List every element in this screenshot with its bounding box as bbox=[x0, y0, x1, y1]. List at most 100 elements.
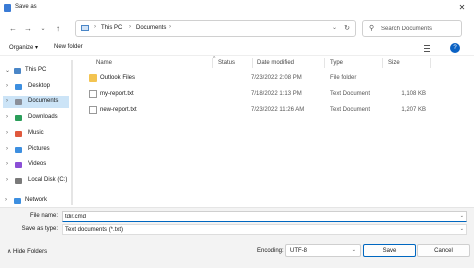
file-size: 1,207 KB bbox=[401, 107, 426, 113]
column-header-status[interactable]: Status bbox=[218, 60, 235, 66]
sidebar-item-label: Local Disk (C:) bbox=[28, 177, 68, 183]
collapse-arrow-icon: ^ bbox=[213, 56, 216, 62]
column-divider[interactable] bbox=[430, 58, 431, 68]
file-type: Text Document bbox=[330, 107, 371, 113]
sidebar-item-desktop[interactable]: › Desktop bbox=[0, 81, 70, 93]
column-divider[interactable] bbox=[252, 58, 253, 68]
column-header-name[interactable]: Name bbox=[96, 60, 112, 66]
sidebar-item-label: Downloads bbox=[28, 114, 58, 120]
sidebar-item-downloads[interactable]: › Downloads bbox=[0, 112, 70, 124]
sidebar-item-pictures[interactable]: › Pictures bbox=[0, 144, 70, 156]
collapse-chevron-icon[interactable]: ⌄ bbox=[5, 67, 10, 74]
file-row-my-report[interactable]: my-report.txt 7/18/2022 1:13 PM Text Doc… bbox=[86, 88, 456, 101]
save-as-type-value: Text documents (*.txt) bbox=[65, 227, 124, 233]
file-name: my-report.txt bbox=[100, 91, 134, 97]
sidebar-item-label: This PC bbox=[25, 67, 47, 73]
column-divider[interactable] bbox=[324, 58, 325, 68]
search-box[interactable]: ⚲ bbox=[362, 20, 462, 37]
refresh-icon[interactable]: ↻ bbox=[344, 24, 350, 32]
expand-chevron-icon[interactable]: › bbox=[6, 130, 8, 136]
expand-chevron-icon[interactable]: › bbox=[6, 146, 8, 152]
downloads-icon bbox=[15, 115, 22, 121]
sidebar-item-this-pc[interactable]: ⌄ This PC bbox=[0, 65, 70, 77]
file-date: 7/23/2022 2:08 PM bbox=[251, 75, 302, 81]
encoding-select[interactable]: UTF-8 ⌄ bbox=[285, 244, 361, 257]
file-name-input[interactable] bbox=[65, 213, 445, 221]
address-dropdown-icon[interactable]: ⌄ bbox=[332, 24, 337, 31]
search-input[interactable] bbox=[381, 24, 459, 34]
chevron-down-icon[interactable]: ⌄ bbox=[460, 226, 464, 232]
save-as-type-label: Save as type: bbox=[21, 226, 58, 232]
file-type: File folder bbox=[330, 75, 357, 81]
close-button[interactable]: ✕ bbox=[456, 2, 468, 14]
breadcrumb-separator: › bbox=[129, 24, 131, 30]
breadcrumb-this-pc[interactable]: This PC bbox=[101, 25, 122, 31]
file-date: 7/18/2022 1:13 PM bbox=[251, 91, 302, 97]
view-list-icon bbox=[424, 45, 430, 46]
sidebar-item-label: Network bbox=[25, 197, 48, 203]
file-name-dropdown-icon[interactable]: ⌄ bbox=[460, 213, 464, 219]
chevron-down-icon[interactable]: ⌄ bbox=[352, 247, 356, 253]
desktop-icon bbox=[15, 84, 22, 90]
up-button[interactable]: ↑ bbox=[53, 23, 63, 35]
sidebar-item-videos[interactable]: › Videos bbox=[0, 159, 70, 171]
file-name: new-report.txt bbox=[100, 107, 137, 113]
sidebar-item-label: Videos bbox=[28, 161, 47, 167]
organize-button[interactable]: Organize ▾ bbox=[9, 44, 38, 51]
breadcrumb-documents[interactable]: Documents bbox=[136, 25, 166, 31]
column-header-date-modified[interactable]: Date modified bbox=[257, 60, 294, 66]
save-options-panel: File name: ⌄ Save as type: Text document… bbox=[0, 207, 474, 268]
expand-chevron-icon[interactable]: › bbox=[5, 197, 7, 203]
recent-locations-button[interactable]: ⌄ bbox=[38, 23, 48, 35]
computer-icon bbox=[14, 68, 21, 74]
title-bar: Save as ✕ bbox=[0, 0, 474, 16]
expand-chevron-icon[interactable]: › bbox=[6, 98, 8, 104]
expand-chevron-icon[interactable]: › bbox=[6, 161, 8, 167]
file-row-outlook-files[interactable]: Outlook Files 7/23/2022 2:08 PM File fol… bbox=[86, 72, 456, 85]
file-row-new-report[interactable]: new-report.txt 7/23/2022 11:26 AM Text D… bbox=[86, 104, 456, 117]
navigation-bar: ← → ⌄ ↑ › This PC › Documents › ⌄ ↻ ⚲ bbox=[0, 18, 474, 40]
file-name: Outlook Files bbox=[100, 75, 136, 81]
navigation-pane: ⌄ This PC › Desktop › Documents › Downlo… bbox=[0, 60, 74, 207]
save-as-type-select[interactable]: Text documents (*.txt) ⌄ bbox=[62, 224, 467, 235]
save-button[interactable]: Save bbox=[363, 244, 416, 257]
sidebar-item-label: Music bbox=[28, 130, 44, 136]
column-header-type[interactable]: Type bbox=[330, 60, 343, 66]
column-divider[interactable] bbox=[212, 58, 213, 68]
column-divider[interactable] bbox=[382, 58, 383, 68]
column-header-size[interactable]: Size bbox=[388, 60, 400, 66]
forward-button[interactable]: → bbox=[23, 23, 33, 35]
expand-chevron-icon[interactable]: › bbox=[6, 114, 8, 120]
pictures-icon bbox=[15, 147, 22, 153]
sidebar-item-documents[interactable]: › Documents bbox=[3, 96, 69, 108]
file-size: 1,108 KB bbox=[401, 91, 426, 97]
sidebar-item-local-disk[interactable]: › Local Disk (C:) bbox=[0, 175, 70, 187]
network-icon bbox=[14, 198, 21, 204]
sidebar-item-label: Desktop bbox=[28, 83, 51, 89]
cancel-button[interactable]: Cancel bbox=[417, 244, 470, 257]
help-button[interactable]: ? bbox=[450, 43, 460, 53]
window-title: Save as bbox=[15, 4, 37, 10]
file-list: ^ Name Status Date modified Type Size Ou… bbox=[80, 56, 470, 206]
sidebar-item-network[interactable]: › Network bbox=[0, 195, 70, 207]
sidebar-item-music[interactable]: › Music bbox=[0, 128, 70, 140]
search-icon: ⚲ bbox=[369, 25, 375, 32]
file-date: 7/23/2022 11:26 AM bbox=[251, 107, 305, 113]
notepad-icon bbox=[4, 4, 11, 12]
address-bar[interactable]: › This PC › Documents › ⌄ ↻ bbox=[75, 20, 356, 37]
expand-chevron-icon[interactable]: › bbox=[6, 83, 8, 89]
back-button[interactable]: ← bbox=[8, 23, 18, 35]
hide-folders-button[interactable]: ∧ Hide Folders bbox=[7, 248, 47, 255]
sidebar-scrollbar[interactable] bbox=[71, 60, 73, 205]
view-options-button[interactable] bbox=[422, 43, 436, 53]
text-file-icon bbox=[89, 90, 97, 98]
videos-icon bbox=[15, 162, 22, 168]
file-type: Text Document bbox=[330, 91, 371, 97]
sidebar-item-label: Pictures bbox=[28, 146, 50, 152]
this-pc-icon bbox=[81, 25, 89, 31]
expand-chevron-icon[interactable]: › bbox=[6, 177, 8, 183]
file-name-field[interactable]: ⌄ bbox=[62, 211, 467, 222]
text-file-icon bbox=[89, 106, 97, 114]
new-folder-button[interactable]: New folder bbox=[54, 44, 83, 50]
music-icon bbox=[15, 131, 22, 137]
